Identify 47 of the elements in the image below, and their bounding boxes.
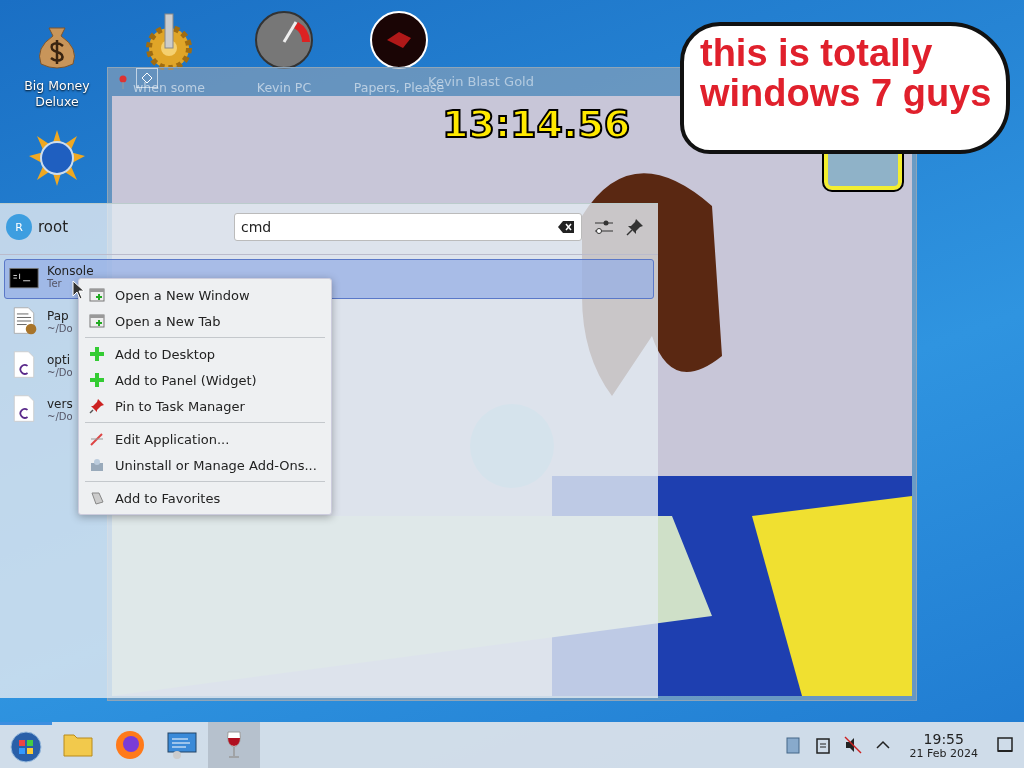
mouse-cursor-icon (72, 280, 86, 300)
gauge-icon[interactable] (254, 10, 314, 70)
menu-item[interactable]: Uninstall or Manage Add-Ons... (79, 452, 331, 478)
muted-speaker-icon[interactable] (843, 736, 862, 754)
pencil-icon (89, 431, 105, 447)
search-result[interactable]: opti ~/Do (4, 343, 78, 387)
sliders-icon[interactable] (594, 218, 614, 236)
show-desktop-icon[interactable] (996, 736, 1014, 754)
clipboard-icon[interactable] (813, 736, 832, 754)
disc-icon[interactable] (369, 10, 429, 70)
user-name: root (38, 218, 69, 236)
tab-plus-icon (89, 313, 105, 329)
pushpin-icon[interactable] (626, 218, 644, 236)
result-subtitle: ~/Do (47, 410, 73, 422)
result-title: vers (47, 396, 73, 411)
result-subtitle: ~/Do (47, 366, 73, 378)
result-subtitle: ~/Do (47, 322, 73, 334)
bookmark-icon (89, 490, 105, 506)
clear-icon[interactable] (558, 221, 574, 233)
plus-icon (89, 346, 105, 362)
bubble-text: this is totally (700, 34, 934, 74)
pushpin-icon (89, 398, 105, 414)
start-orb-icon (10, 730, 42, 763)
search-field[interactable]: cmd (234, 213, 582, 241)
menu-item[interactable]: Add to Panel (Widget) (79, 367, 331, 393)
menu-item[interactable]: Open a New Tab (79, 308, 331, 334)
game-timer: 13:14.56 (442, 102, 631, 146)
menu-item[interactable]: Add to Favorites (79, 485, 331, 511)
window-plus-icon (89, 287, 105, 303)
desktop-icon-label[interactable]: Big Money Deluxe (20, 78, 94, 111)
search-result[interactable]: Pap ~/Do (4, 299, 78, 343)
search-result[interactable]: vers ~/Do (4, 387, 78, 431)
result-subtitle: Ter (47, 278, 62, 289)
menu-item[interactable]: Pin to Task Manager (79, 393, 331, 419)
monitor-icon (166, 729, 198, 761)
menu-item[interactable]: Add to Desktop (79, 341, 331, 367)
package-icon (89, 457, 105, 473)
notes-icon[interactable] (783, 736, 802, 754)
menu-item[interactable]: Edit Application... (79, 426, 331, 452)
bubble-text: windows 7 guys (700, 73, 993, 114)
result-title: Pap (47, 308, 69, 323)
browser-icon (114, 729, 146, 761)
clock[interactable]: 19:55 21 Feb 2024 (903, 730, 984, 760)
plus-icon (89, 372, 105, 388)
result-title: opti (47, 352, 70, 367)
result-title: Konsole (47, 264, 94, 278)
taskbar-app[interactable] (208, 722, 260, 768)
